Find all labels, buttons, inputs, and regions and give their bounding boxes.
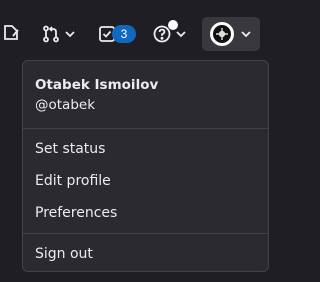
todos-count-badge: 3 <box>112 25 136 43</box>
edit-button[interactable] <box>2 24 20 42</box>
menu-item-edit-profile[interactable]: Edit profile <box>35 173 111 189</box>
merge-requests-button[interactable] <box>42 25 76 43</box>
avatar-image <box>213 25 231 43</box>
chevron-down-icon <box>65 31 75 38</box>
avatar-glyph-icon <box>216 28 228 40</box>
user-menu-button[interactable] <box>202 17 260 51</box>
menu-item-preferences[interactable]: Preferences <box>35 205 117 221</box>
menu-item-sign-out[interactable]: Sign out <box>35 246 93 262</box>
menu-item-set-status[interactable]: Set status <box>35 141 105 157</box>
user-handle[interactable]: @otabek <box>35 97 95 113</box>
user-display-name[interactable]: Otabek Ismoilov <box>35 77 158 93</box>
divider <box>23 233 268 234</box>
avatar <box>210 22 234 46</box>
divider <box>23 128 268 129</box>
chevron-down-icon <box>241 31 251 38</box>
top-navigation-bar: 3 <box>0 0 277 64</box>
edit-icon <box>4 25 19 40</box>
notification-dot <box>168 20 178 30</box>
merge-request-icon <box>43 25 59 43</box>
user-menu-dropdown: Otabek Ismoilov @otabek Set status Edit … <box>22 60 269 272</box>
chevron-down-icon <box>176 31 186 38</box>
